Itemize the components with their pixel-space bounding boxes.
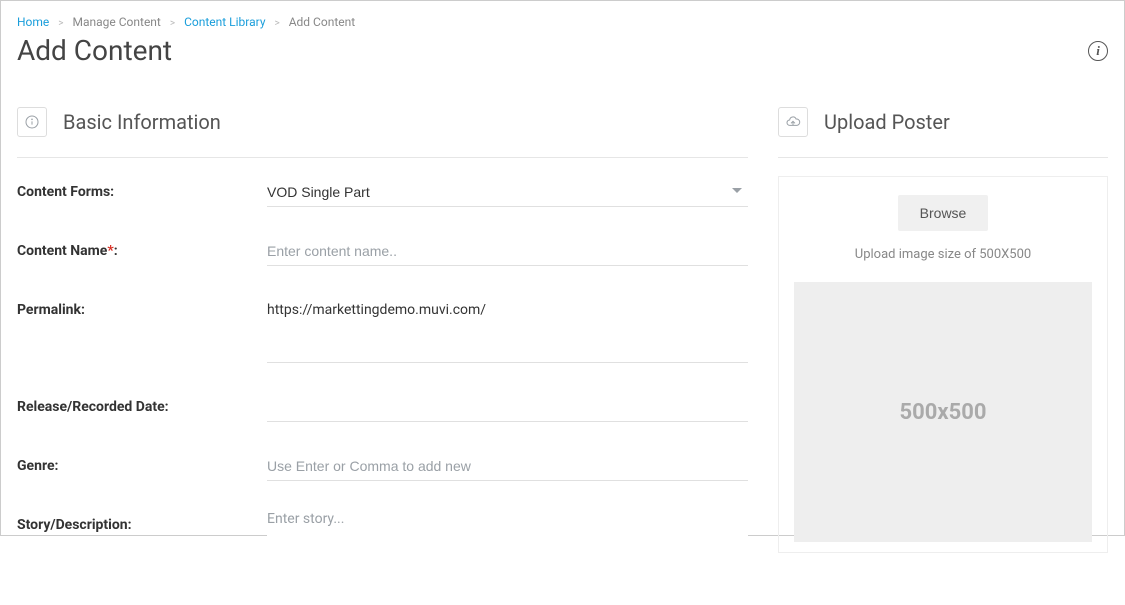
label-permalink: Permalink: <box>17 296 267 318</box>
content-forms-select[interactable] <box>267 178 748 207</box>
page-title: Add Content <box>17 34 172 67</box>
breadcrumb-library[interactable]: Content Library <box>184 15 265 29</box>
permalink-input[interactable] <box>267 334 748 363</box>
breadcrumb-manage: Manage Content <box>73 15 161 29</box>
content-name-input[interactable] <box>267 237 748 266</box>
section-basic-header: Basic Information <box>17 107 748 158</box>
release-date-input[interactable] <box>267 393 748 422</box>
breadcrumb-sep: > <box>170 18 175 29</box>
breadcrumb-current: Add Content <box>289 15 355 29</box>
poster-placeholder: 500x500 <box>794 282 1092 542</box>
section-upload-title: Upload Poster <box>824 110 950 134</box>
upload-panel: Browse Upload image size of 500X500 500x… <box>778 176 1108 553</box>
info-circle-icon <box>17 107 47 137</box>
info-icon[interactable]: i <box>1088 41 1108 61</box>
breadcrumb-home[interactable]: Home <box>17 15 49 29</box>
label-release-date: Release/Recorded Date: <box>17 393 267 415</box>
breadcrumb: Home > Manage Content > Content Library … <box>17 13 1108 32</box>
label-genre: Genre: <box>17 452 267 474</box>
breadcrumb-sep: > <box>58 18 63 29</box>
browse-button[interactable]: Browse <box>898 195 989 231</box>
permalink-prefix: https://markettingdemo.muvi.com/ <box>267 296 748 320</box>
label-content-forms: Content Forms: <box>17 178 267 200</box>
upload-hint: Upload image size of 500X500 <box>855 247 1031 262</box>
genre-input[interactable] <box>267 452 748 481</box>
cloud-upload-icon <box>778 107 808 137</box>
label-story: Story/Description: <box>17 511 267 533</box>
label-content-name: Content Name*: <box>17 237 267 259</box>
breadcrumb-sep: > <box>274 18 279 29</box>
section-upload-header: Upload Poster <box>778 107 1108 158</box>
section-basic-title: Basic Information <box>63 110 221 134</box>
story-textarea[interactable] <box>267 511 748 571</box>
